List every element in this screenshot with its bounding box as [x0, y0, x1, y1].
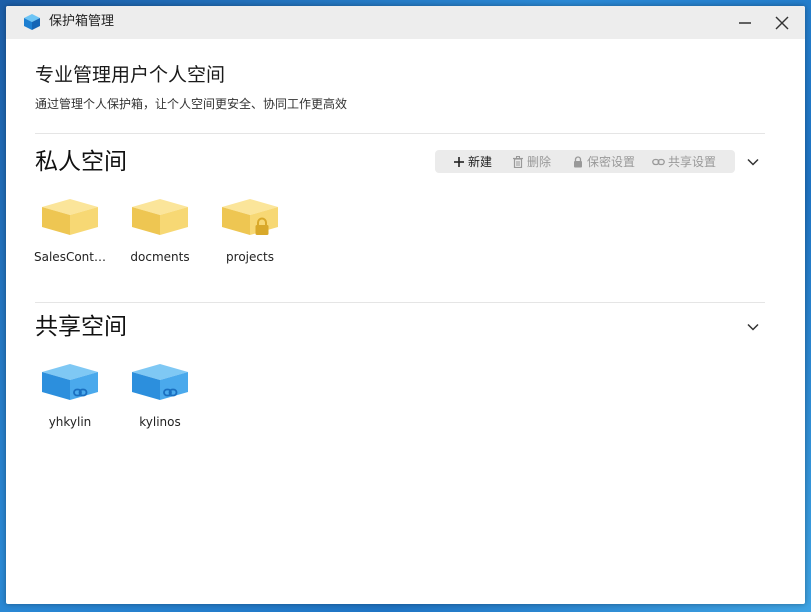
new-button-label: 新建	[468, 155, 493, 169]
security-settings-label: 保密设置	[587, 155, 636, 169]
lock-icon	[574, 155, 582, 167]
private-box-item[interactable]: projects	[210, 197, 290, 272]
app-logo-icon	[24, 14, 40, 30]
shared-space-collapse-chevron-icon[interactable]	[745, 319, 761, 335]
folder-box-icon	[132, 199, 188, 235]
security-settings-button[interactable]: 保密设置	[572, 150, 635, 173]
plus-icon	[454, 156, 464, 167]
box-item-label: projects	[226, 250, 274, 264]
shared-box-icon	[42, 364, 98, 400]
private-space-collapse-chevron-icon[interactable]	[745, 154, 761, 170]
box-item-label: kylinos	[139, 415, 181, 429]
link-icon	[652, 158, 665, 165]
private-box-item[interactable]: docments	[120, 197, 200, 272]
locked-folder-box-icon	[222, 199, 278, 235]
share-settings-button[interactable]: 共享设置	[652, 150, 716, 173]
title-bar: 保护箱管理	[6, 6, 805, 39]
shared-box-item[interactable]: kylinos	[120, 362, 200, 437]
box-item-label: yhkylin	[48, 415, 92, 429]
trash-icon	[513, 155, 523, 168]
private-space-title: 私人空间	[35, 149, 127, 175]
page-title: 专业管理用户个人空间	[35, 64, 226, 86]
close-icon	[775, 16, 789, 30]
delete-button-label: 删除	[527, 155, 552, 169]
folder-box-icon	[42, 199, 98, 235]
header-divider	[35, 133, 765, 134]
minimize-icon	[739, 22, 751, 24]
box-item-label: docments	[130, 250, 190, 264]
delete-button[interactable]: 删除	[512, 150, 551, 173]
page-subtitle: 通过管理个人保护箱，让个人空间更安全、协同工作更高效	[35, 97, 348, 111]
private-box-item[interactable]: SalesCont…	[30, 197, 110, 272]
window-title: 保护箱管理	[49, 14, 115, 29]
section-divider	[35, 302, 765, 303]
close-button[interactable]	[769, 10, 795, 36]
minimize-button[interactable]	[732, 10, 758, 36]
box-item-label: SalesCont…	[34, 250, 106, 264]
new-button[interactable]: 新建	[453, 150, 492, 173]
shared-box-item[interactable]: yhkylin	[30, 362, 110, 437]
shared-box-icon	[132, 364, 188, 400]
share-settings-label: 共享设置	[668, 155, 717, 169]
shared-space-title: 共享空间	[35, 314, 127, 340]
app-window: 保护箱管理 专业管理用户个人空间 通过管理个人保护箱，让个人空间更安全、协同工作…	[6, 6, 805, 604]
private-space-toolbar: 新建 删除 保密设置 共享设置	[435, 150, 735, 173]
